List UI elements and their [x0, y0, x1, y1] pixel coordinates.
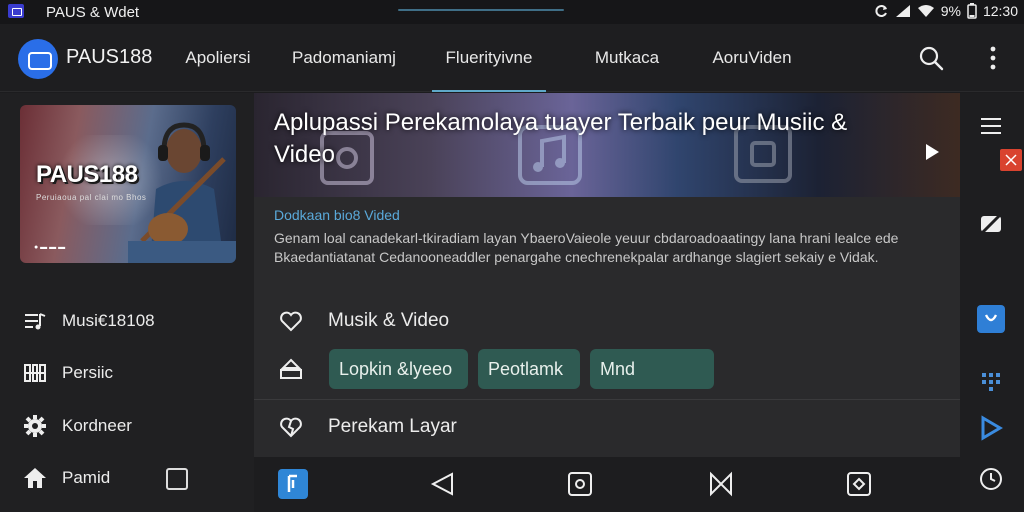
clock: 12:30 — [982, 3, 1018, 19]
logo-icon[interactable] — [18, 39, 58, 79]
main-content: Aplupassi Perekamolaya tuayer Terbaik pe… — [254, 93, 960, 512]
sidebar-item-persiic[interactable]: Persiic — [22, 359, 113, 387]
notification-badge-icon[interactable] — [1000, 149, 1022, 171]
clock-icon[interactable] — [976, 464, 1006, 494]
grid-icon[interactable] — [976, 367, 1006, 397]
home-square-icon[interactable] — [565, 469, 595, 499]
home-icon — [22, 465, 48, 491]
hero-banner: Aplupassi Perekamolaya tuayer Terbaik pe… — [254, 93, 960, 197]
app-shortcut-icon[interactable] — [278, 469, 308, 499]
app-bar: PAUS188 Apoliersi Padomaniamj Fluerityiv… — [0, 24, 1024, 92]
list-item-musik-video[interactable]: Musik & Video — [254, 307, 960, 335]
checkbox[interactable] — [166, 468, 188, 490]
battery-level: 9% — [940, 3, 961, 19]
sidebar-item-music[interactable]: Musi€18108 — [22, 307, 155, 335]
gear-icon — [22, 413, 48, 439]
sidebar-item-label: Kordneer — [62, 416, 132, 435]
recent-apps-icon[interactable] — [844, 469, 874, 499]
tab-fluerityivne[interactable]: Fluerityivne — [432, 48, 546, 92]
music-app-icon[interactable] — [976, 304, 1006, 334]
sidebar-item-label: Pamid — [62, 468, 111, 487]
tab-padomaniamj[interactable]: Padomaniamj — [288, 48, 400, 92]
tab-aoruviden[interactable]: AoruViden — [710, 48, 794, 92]
brand-name: PAUS188 — [66, 46, 153, 68]
right-rail — [960, 93, 1024, 512]
media-progress-bar — [398, 9, 564, 11]
chip-button[interactable]: Mnd — [590, 349, 714, 389]
broken-heart-icon — [278, 414, 304, 440]
list-item-label: Perekam Layar — [328, 416, 457, 437]
sync-icon — [875, 5, 887, 17]
playlist-icon — [22, 308, 48, 334]
status-icons: 9% 12:30 — [875, 3, 1018, 19]
card-title: PAUS188 — [36, 161, 138, 188]
description-text: Genam loal canadekarl-tkiradiam layan Yb… — [274, 230, 899, 265]
list-item-perekam-layar[interactable]: Perekam Layar — [254, 413, 960, 441]
sidebar-item-settings[interactable]: Kordneer — [22, 412, 132, 440]
upload-icon[interactable] — [278, 357, 304, 383]
page-title: Aplupassi Perekamolaya tuayer Terbaik pe… — [274, 109, 848, 168]
wifi-icon — [917, 5, 934, 17]
list-item-label: Musik & Video — [328, 310, 450, 331]
sidebar-item-label: Persiic — [62, 363, 114, 382]
menu-icon[interactable] — [976, 111, 1006, 141]
download-link[interactable]: Dodkaan bio8 Vided — [274, 207, 914, 223]
status-bar: PAUS & Wdet 9% 12:30 — [0, 0, 1024, 24]
sidebar-item-home[interactable]: Pamid — [22, 464, 110, 492]
tab-mutkaca[interactable]: Mutkaca — [588, 48, 666, 92]
musician-image — [128, 122, 236, 263]
play-icon[interactable] — [924, 143, 940, 161]
status-title: PAUS & Wdet — [46, 4, 140, 21]
muted-icon[interactable] — [976, 209, 1006, 239]
search-icon[interactable] — [918, 45, 944, 71]
app-icon — [8, 4, 24, 18]
sidebar: PAUS188 Peruiaoua pal clai mo Bhos ● ▬ ▬… — [0, 93, 254, 512]
chip-button[interactable]: Peotlamk — [478, 349, 580, 389]
chip-button[interactable]: Lopkin &lyeeo — [329, 349, 468, 389]
description: Dodkaan bio8 Vided Genam loal canadekarl… — [274, 207, 914, 267]
signal-icon — [895, 5, 910, 17]
sidebar-item-label: Musi€18108 — [62, 311, 155, 330]
divider — [254, 399, 960, 400]
bookmark-icon[interactable] — [706, 469, 736, 499]
battery-icon — [967, 3, 977, 19]
card-subtitle: Peruiaoua pal clai mo Bhos — [36, 193, 147, 202]
more-options-icon[interactable] — [984, 44, 1002, 72]
bottom-toolbar — [254, 457, 960, 512]
heart-icon — [278, 308, 304, 334]
equalizer-icon — [22, 360, 48, 386]
card-footer: ● ▬ ▬ ▬ — [34, 244, 66, 251]
play-outline-icon[interactable] — [976, 413, 1006, 443]
tab-apoliersi[interactable]: Apoliersi — [182, 48, 254, 92]
back-icon[interactable] — [428, 469, 458, 499]
featured-card[interactable]: PAUS188 Peruiaoua pal clai mo Bhos ● ▬ ▬… — [20, 105, 236, 263]
